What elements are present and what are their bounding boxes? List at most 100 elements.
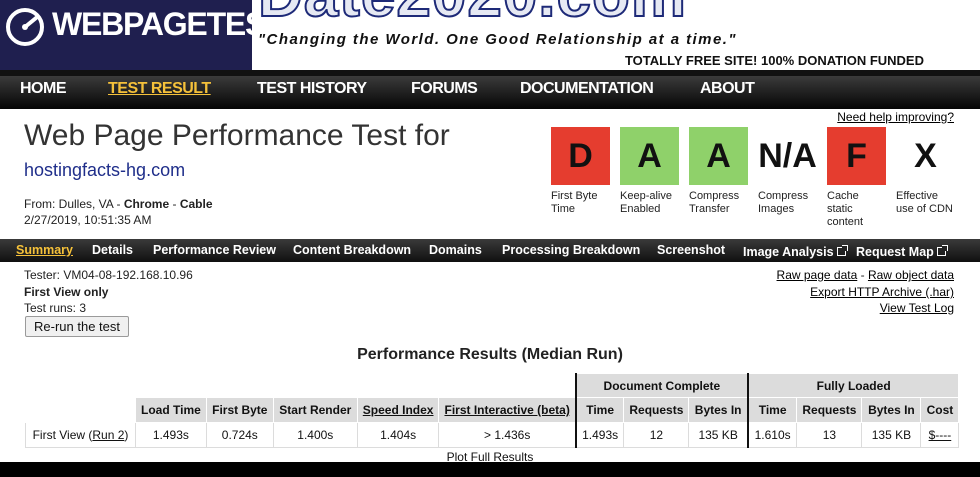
grade-keep-alive[interactable]: A Keep-alive Enabled (620, 127, 680, 216)
external-link-icon (936, 245, 948, 256)
ad-banner[interactable]: Date2020.com "Changing the World. One Go… (252, 0, 980, 70)
nav-home[interactable]: HOME (20, 80, 67, 98)
from-separator: - (113, 197, 124, 211)
grade-label: Keep-alive Enabled (620, 190, 672, 215)
results-table: Document Complete Fully Loaded Load Time… (24, 373, 960, 448)
tab-domains[interactable]: Domains (429, 243, 482, 257)
col-full-time: Time (746, 397, 798, 423)
cell-doc-requests: 12 (623, 422, 690, 448)
test-runs-count: Test runs: 3 (24, 301, 87, 315)
row-label-prefix: First View ( (32, 428, 93, 442)
speed-index-link[interactable]: Speed Index (363, 403, 434, 417)
run-2-link[interactable]: Run 2 (92, 428, 124, 442)
view-test-log-link[interactable]: View Test Log (880, 301, 954, 315)
tested-url-link[interactable]: hostingfacts-hg.com (24, 160, 185, 181)
col-speed-index[interactable]: Speed Index (356, 397, 440, 423)
nav-documentation[interactable]: DOCUMENTATION (520, 80, 654, 98)
grade-cache-static[interactable]: F Cache static content (827, 127, 887, 229)
from-browser: Chrome (123, 197, 170, 211)
cell-doc-bytes: 135 KB (688, 422, 749, 448)
tab-request-map[interactable]: Request Map (856, 245, 934, 259)
row-label-suffix: ) (124, 428, 129, 442)
tab-image-analysis-wrap[interactable]: Image Analysis (743, 243, 848, 261)
grade-label: Compress Images (758, 190, 809, 215)
cost-link[interactable]: $---- (929, 428, 952, 442)
site-header: WEBPAGETEST Date2020.com "Changing the W… (0, 0, 980, 70)
grade-label: Effective use of CDN (896, 190, 953, 215)
tab-screenshot[interactable]: Screenshot (657, 243, 725, 257)
grade-value: F (827, 127, 886, 185)
col-full-bytes: Bytes In (861, 397, 922, 423)
grade-value: X (914, 136, 937, 175)
cell-doc-time: 1.493s (574, 422, 625, 448)
main-nav: HOME TEST RESULT TEST HISTORY FORUMS DOC… (0, 70, 980, 109)
external-link-icon (836, 245, 848, 256)
banner-title: Date2020.com (257, 0, 687, 28)
rerun-test-button[interactable]: Re-run the test (25, 316, 129, 337)
cell-load-time: 1.493s (135, 422, 207, 448)
grade-label: First Byte Time (551, 190, 598, 215)
col-full-requests: Requests (796, 397, 863, 423)
nav-test-history[interactable]: TEST HISTORY (257, 80, 367, 98)
raw-page-data-link[interactable]: Raw page data (777, 268, 858, 282)
group-fully-loaded: Fully Loaded (746, 373, 960, 398)
banner-tagline: TOTALLY FREE SITE! 100% DONATION FUNDED (624, 53, 924, 68)
grade-label: Cache static content (827, 190, 864, 228)
raw-data-links: Raw page data - Raw object data (777, 268, 954, 282)
nav-about[interactable]: ABOUT (700, 80, 755, 98)
tab-request-map-wrap[interactable]: Request Map (856, 243, 948, 261)
grade-value: A (689, 127, 748, 185)
nav-forums[interactable]: FORUMS (411, 80, 478, 98)
bottom-edge (0, 462, 980, 477)
from-location: Dulles, VA (58, 197, 114, 211)
col-first-byte: First Byte (205, 397, 274, 423)
cell-start-render: 1.400s (272, 422, 358, 448)
webpagetest-logo[interactable]: WEBPAGETEST (0, 0, 285, 70)
tab-processing-breakdown[interactable]: Processing Breakdown (502, 243, 640, 257)
grade-value: N/A (758, 136, 817, 175)
grade-cdn[interactable]: X Effective use of CDN (896, 127, 956, 216)
raw-object-data-link[interactable]: Raw object data (868, 268, 954, 282)
grade-first-byte[interactable]: D First Byte Time (551, 127, 611, 216)
cell-full-bytes: 135 KB (861, 422, 922, 448)
from-label: From: (24, 197, 59, 211)
need-help-link[interactable]: Need help improving? (837, 110, 954, 124)
grade-compress-transfer[interactable]: A Compress Transfer (689, 127, 749, 216)
cell-cost[interactable]: $---- (920, 422, 960, 448)
test-date: 2/27/2019, 10:51:35 AM (24, 213, 152, 227)
results-subnav: Summary Details Performance Review Conte… (0, 239, 980, 262)
col-first-interactive[interactable]: First Interactive (beta) (438, 397, 577, 423)
first-interactive-link[interactable]: First Interactive (beta) (444, 403, 569, 417)
results-heading: Performance Results (Median Run) (357, 346, 623, 363)
table-group-header: Document Complete Fully Loaded (24, 373, 960, 398)
tab-image-analysis[interactable]: Image Analysis (743, 245, 834, 259)
tab-summary[interactable]: Summary (16, 243, 73, 257)
blank-header (25, 397, 136, 423)
cell-speed-index: 1.404s (356, 422, 440, 448)
col-doc-time: Time (574, 397, 625, 423)
col-doc-bytes: Bytes In (688, 397, 749, 423)
tab-details[interactable]: Details (92, 243, 133, 257)
grade-value: D (551, 127, 610, 185)
col-doc-requests: Requests (623, 397, 690, 423)
grade-compress-images[interactable]: N/A Compress Images (758, 127, 818, 216)
from-connection: Cable (179, 197, 213, 211)
tester-info: Tester: VM04-08-192.168.10.96 (24, 268, 193, 282)
group-document-complete: Document Complete (574, 373, 749, 398)
test-location: From: Dulles, VA - Chrome - Cable (24, 197, 213, 211)
raw-links-separator: - (857, 268, 868, 282)
tab-content-breakdown[interactable]: Content Breakdown (293, 243, 411, 257)
cell-first-byte: 0.724s (205, 422, 274, 448)
nav-test-result[interactable]: TEST RESULT (108, 80, 211, 98)
tab-performance-review[interactable]: Performance Review (153, 243, 276, 257)
first-view-only-label: First View only (24, 285, 109, 299)
from-separator: - (169, 197, 180, 211)
cell-first-interactive: > 1.436s (438, 422, 577, 448)
export-har-link[interactable]: Export HTTP Archive (.har) (810, 285, 954, 299)
speedometer-icon (6, 8, 44, 46)
cell-full-time: 1.610s (746, 422, 798, 448)
col-start-render: Start Render (272, 397, 358, 423)
col-load-time: Load Time (135, 397, 207, 423)
row-label: First View (Run 2) (25, 422, 136, 448)
banner-slogan: "Changing the World. One Good Relationsh… (258, 31, 737, 48)
